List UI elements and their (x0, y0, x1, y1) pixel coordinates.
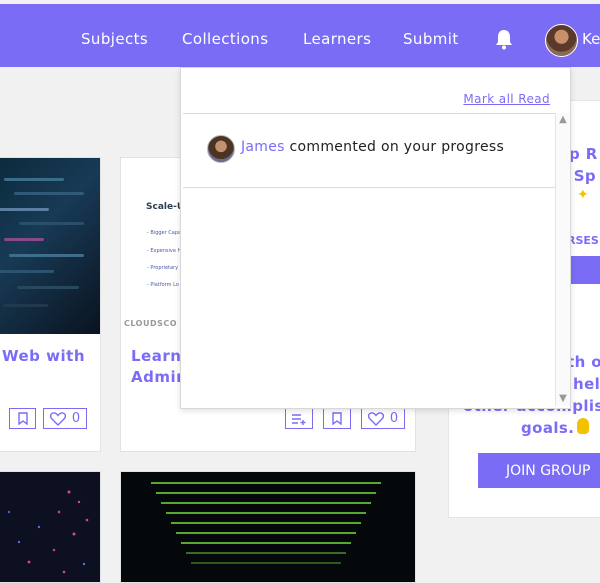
promo-heading-line1: p R (569, 145, 598, 163)
notification-avatar (207, 135, 235, 163)
notification-list: James commented on your progress (183, 113, 555, 407)
card-image (121, 472, 415, 582)
nav-subjects[interactable]: Subjects (81, 30, 148, 48)
sparkle-icon: ✦ (577, 187, 589, 203)
promo-text: hel (573, 375, 600, 393)
course-card[interactable]: Web with 0 (0, 157, 101, 452)
course-card[interactable] (120, 471, 416, 583)
course-card[interactable] (0, 471, 101, 583)
user-name[interactable]: Ke (582, 30, 600, 48)
slide-logo: CLOUDSCO (124, 319, 178, 328)
card-title[interactable]: Learn (131, 346, 181, 367)
nav-learners[interactable]: Learners (303, 30, 371, 48)
heart-icon (49, 411, 66, 426)
notifications-dropdown: Mark all Read James commented on your pr… (180, 67, 571, 409)
mark-all-read-link[interactable]: Mark all Read (463, 92, 550, 106)
slide-bullet: - Bigger Capa (147, 230, 182, 236)
bookmark-button[interactable] (9, 408, 36, 429)
bookmark-icon (17, 412, 28, 425)
notification-actor[interactable]: James (241, 139, 285, 155)
user-avatar[interactable] (545, 24, 578, 57)
bookmark-icon (332, 412, 342, 425)
card-image (0, 158, 100, 334)
notification-text: James commented on your progress (241, 139, 504, 155)
scroll-down-arrow-icon[interactable]: ▼ (556, 393, 570, 405)
promo-cta-button[interactable] (567, 256, 600, 284)
slide-bullet: - Platform Lo (147, 282, 179, 288)
scrollbar[interactable]: ▲ ▼ (555, 113, 570, 406)
network-dots-graphic (7, 490, 89, 574)
bell-icon[interactable] (494, 28, 514, 50)
top-nav-bar: Subjects Collections Learners Submit Ke (0, 4, 600, 67)
scroll-up-arrow-icon[interactable]: ▲ (556, 114, 570, 126)
card-image (0, 472, 100, 582)
heart-icon (367, 411, 384, 426)
join-group-button[interactable]: JOIN GROUP (478, 453, 600, 488)
like-button[interactable]: 0 (361, 408, 405, 429)
slide-bullet: - Expensive H (147, 248, 182, 254)
notification-item[interactable]: James commented on your progress (183, 114, 555, 188)
card-title-line2[interactable]: Admin (131, 367, 187, 388)
bookmark-button[interactable] (323, 408, 351, 429)
notification-message: commented on your progress (289, 139, 505, 155)
card-title[interactable]: Web with (2, 346, 85, 367)
nav-submit[interactable]: Submit (403, 30, 459, 48)
courses-link[interactable]: RSES (567, 234, 599, 247)
promo-text: goals. (521, 419, 575, 437)
slide-bullet: - Proprietary (147, 265, 179, 271)
like-button[interactable]: 0 (43, 408, 87, 429)
hand-emoji-icon (577, 418, 589, 434)
playlist-add-icon (292, 413, 306, 425)
like-count: 0 (389, 411, 399, 426)
like-count: 0 (71, 411, 81, 426)
add-to-playlist-button[interactable] (285, 408, 313, 429)
promo-text: th o (567, 353, 600, 371)
nav-collections[interactable]: Collections (182, 30, 268, 48)
